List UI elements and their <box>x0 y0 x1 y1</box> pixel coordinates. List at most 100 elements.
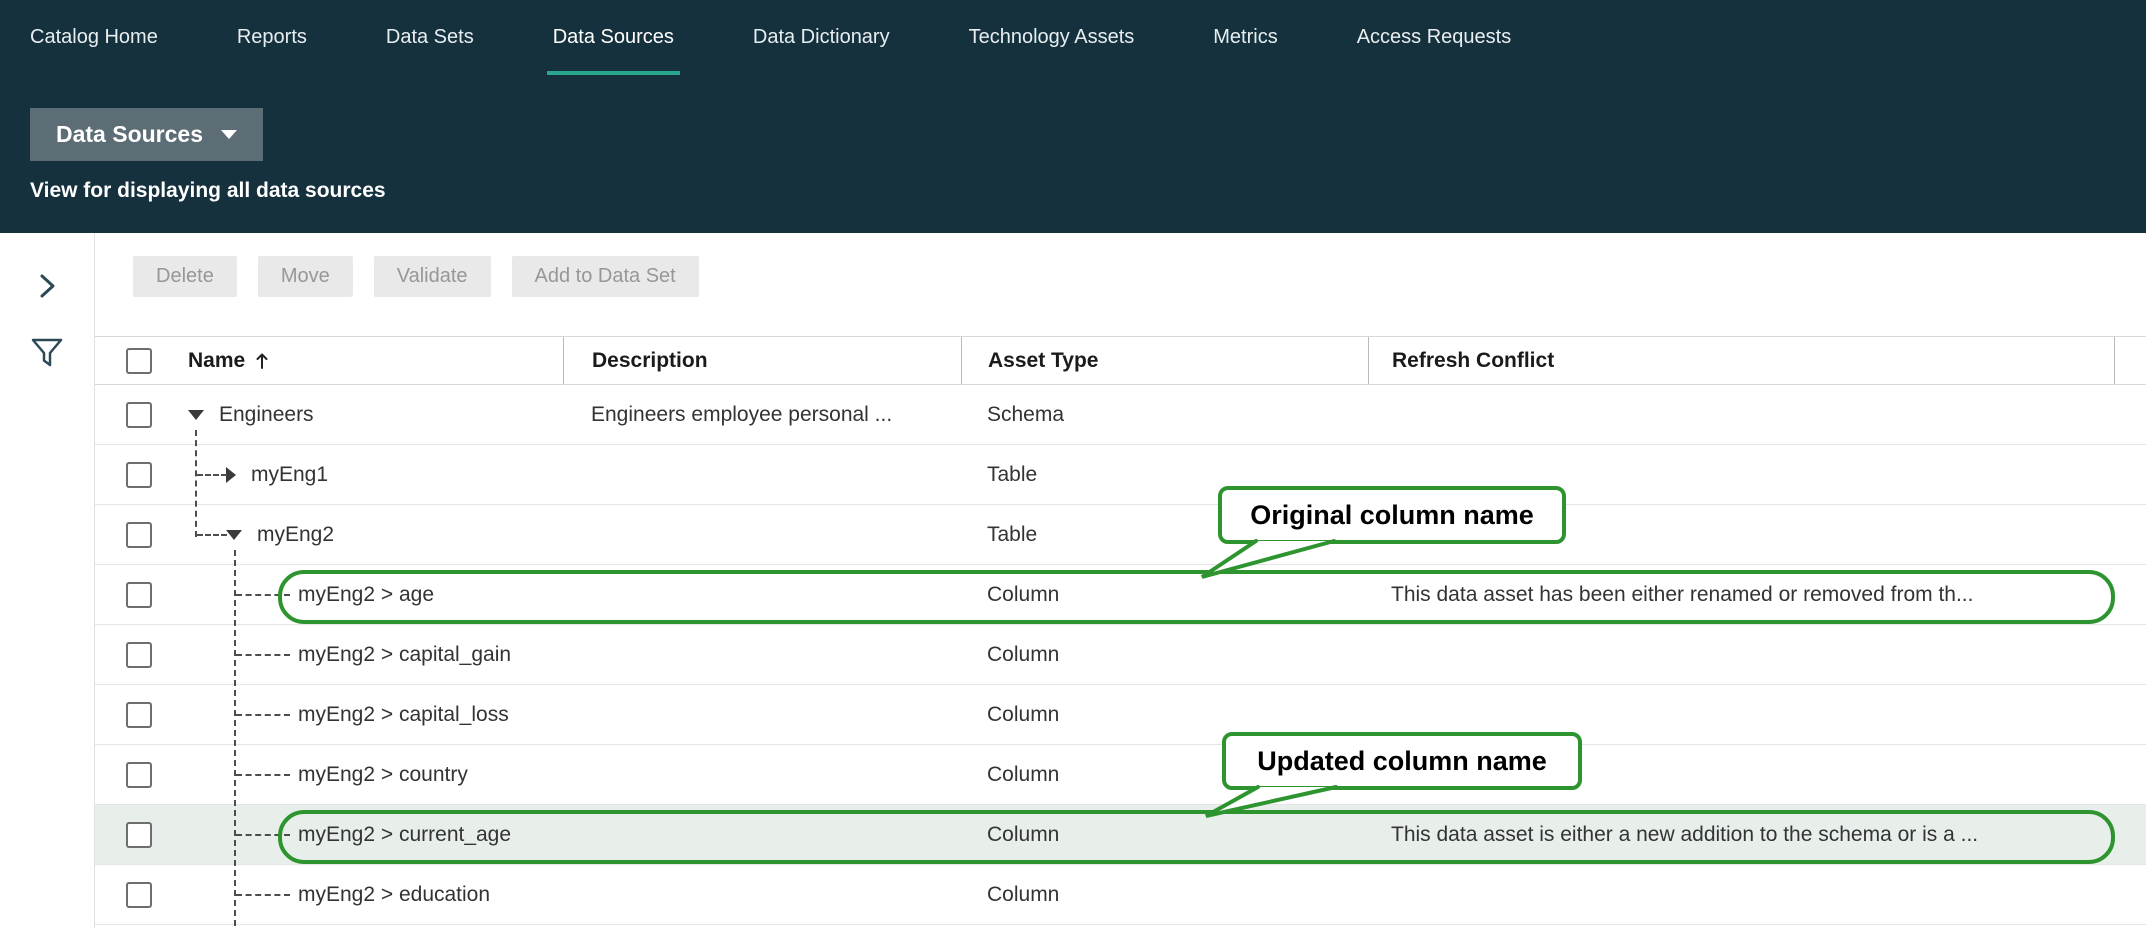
asset-type-cell: Table <box>961 463 1368 487</box>
row-checkbox[interactable] <box>126 582 152 608</box>
asset-name: myEng2 > age <box>298 583 434 607</box>
checkbox-cell <box>95 822 173 848</box>
nav-item-metrics[interactable]: Metrics <box>1213 0 1277 75</box>
chevron-down-icon <box>221 130 237 139</box>
name-cell: myEng2 > country <box>173 745 563 804</box>
table-row[interactable]: Engineers Engineers employee personal ..… <box>95 385 2146 445</box>
row-checkbox[interactable] <box>126 402 152 428</box>
nav-item-technology-assets[interactable]: Technology Assets <box>969 0 1135 75</box>
asset-name: myEng1 <box>251 463 328 487</box>
checkbox-cell <box>95 582 173 608</box>
asset-type-cell: Column <box>961 583 1368 607</box>
content-area: Delete Move Validate Add to Data Set Nam… <box>95 233 2146 928</box>
table-row[interactable]: myEng1 Table <box>95 445 2146 505</box>
column-header-label: Name <box>188 349 245 373</box>
nav-item-reports[interactable]: Reports <box>237 0 307 75</box>
nav-label: Access Requests <box>1357 26 1512 49</box>
row-checkbox[interactable] <box>126 642 152 668</box>
table-row[interactable]: myEng2 > capital_loss Column <box>95 685 2146 745</box>
asset-name: myEng2 > current_age <box>298 823 511 847</box>
column-header-spacer <box>2114 337 2146 384</box>
name-cell: myEng2 > capital_loss <box>173 685 563 744</box>
view-selector-button[interactable]: Data Sources <box>30 108 263 161</box>
name-cell: Engineers <box>173 385 563 444</box>
nav-label: Data Sets <box>386 26 474 49</box>
refresh-conflict-cell: This data asset has been either renamed … <box>1368 583 2114 607</box>
nav-item-catalog-home[interactable]: Catalog Home <box>30 0 158 75</box>
nav-item-access-requests[interactable]: Access Requests <box>1357 0 1512 75</box>
page-header: Data Sources View for displaying all dat… <box>0 75 2146 233</box>
nav-label: Data Dictionary <box>753 26 890 49</box>
table-row[interactable]: myEng2 > current_age Column This data as… <box>95 805 2146 865</box>
select-all-checkbox[interactable] <box>126 348 152 374</box>
name-cell: myEng1 <box>173 445 563 504</box>
checkbox-cell <box>95 642 173 668</box>
asset-name: Engineers <box>219 403 314 427</box>
refresh-conflict-cell: This data asset is either a new addition… <box>1368 823 2114 847</box>
toolbar: Delete Move Validate Add to Data Set <box>133 256 2146 297</box>
collapse-icon[interactable] <box>226 530 242 540</box>
asset-type-cell: Column <box>961 823 1368 847</box>
filter-icon[interactable] <box>30 336 64 375</box>
table-row[interactable]: myEng2 > capital_gain Column <box>95 625 2146 685</box>
column-header-description[interactable]: Description <box>563 337 961 384</box>
row-checkbox[interactable] <box>126 702 152 728</box>
name-cell: myEng2 > age <box>173 565 563 624</box>
checkbox-cell <box>95 762 173 788</box>
checkbox-cell <box>95 882 173 908</box>
table-row[interactable]: myEng2 > age Column This data asset has … <box>95 565 2146 625</box>
row-checkbox[interactable] <box>126 462 152 488</box>
column-header-asset-type[interactable]: Asset Type <box>961 337 1368 384</box>
app-screen: Catalog Home Reports Data Sets Data Sour… <box>0 0 2146 928</box>
expand-icon[interactable] <box>226 467 236 483</box>
delete-button[interactable]: Delete <box>133 256 237 297</box>
name-cell: myEng2 > education <box>173 865 563 924</box>
view-description: View for displaying all data sources <box>30 179 2146 203</box>
expand-panel-icon[interactable] <box>36 271 58 306</box>
checkbox-cell <box>95 702 173 728</box>
column-header-refresh-conflict[interactable]: Refresh Conflict <box>1368 337 2114 384</box>
asset-type-cell: Column <box>961 763 1368 787</box>
nav-label: Technology Assets <box>969 26 1135 49</box>
add-to-data-set-button[interactable]: Add to Data Set <box>512 256 699 297</box>
checkbox-cell <box>95 462 173 488</box>
row-checkbox[interactable] <box>126 882 152 908</box>
table-row[interactable]: myEng2 Table <box>95 505 2146 565</box>
table-header-row: Name Description Asset Type Refresh Conf… <box>95 337 2146 385</box>
table-row[interactable]: myEng2 > country Column <box>95 745 2146 805</box>
asset-name: myEng2 > capital_gain <box>298 643 511 667</box>
asset-type-cell: Schema <box>961 403 1368 427</box>
row-checkbox[interactable] <box>126 822 152 848</box>
row-checkbox[interactable] <box>126 522 152 548</box>
name-cell: myEng2 > capital_gain <box>173 625 563 684</box>
validate-button[interactable]: Validate <box>374 256 491 297</box>
move-button[interactable]: Move <box>258 256 353 297</box>
main-area: Delete Move Validate Add to Data Set Nam… <box>0 233 2146 928</box>
asset-type-cell: Column <box>961 643 1368 667</box>
header-checkbox-cell <box>95 348 173 374</box>
collapse-icon[interactable] <box>188 410 204 420</box>
name-cell: myEng2 <box>173 505 563 564</box>
nav-label: Metrics <box>1213 26 1277 49</box>
table-row[interactable]: myEng2 > education Column <box>95 865 2146 925</box>
asset-name: myEng2 > capital_loss <box>298 703 509 727</box>
nav-item-data-sets[interactable]: Data Sets <box>386 0 474 75</box>
nav-label: Data Sources <box>553 26 674 49</box>
row-checkbox[interactable] <box>126 762 152 788</box>
asset-type-cell: Table <box>961 523 1368 547</box>
column-header-name[interactable]: Name <box>173 349 563 373</box>
checkbox-cell <box>95 402 173 428</box>
checkbox-cell <box>95 522 173 548</box>
view-selector-label: Data Sources <box>56 121 203 148</box>
data-sources-table: Name Description Asset Type Refresh Conf… <box>95 336 2146 925</box>
top-nav: Catalog Home Reports Data Sets Data Sour… <box>0 0 2146 75</box>
sort-ascending-icon <box>255 352 269 370</box>
asset-name: myEng2 <box>257 523 334 547</box>
nav-item-data-sources[interactable]: Data Sources <box>553 0 674 75</box>
asset-name: myEng2 > country <box>298 763 468 787</box>
nav-label: Reports <box>237 26 307 49</box>
left-rail <box>0 233 95 928</box>
asset-type-cell: Column <box>961 883 1368 907</box>
nav-item-data-dictionary[interactable]: Data Dictionary <box>753 0 890 75</box>
asset-name: myEng2 > education <box>298 883 490 907</box>
